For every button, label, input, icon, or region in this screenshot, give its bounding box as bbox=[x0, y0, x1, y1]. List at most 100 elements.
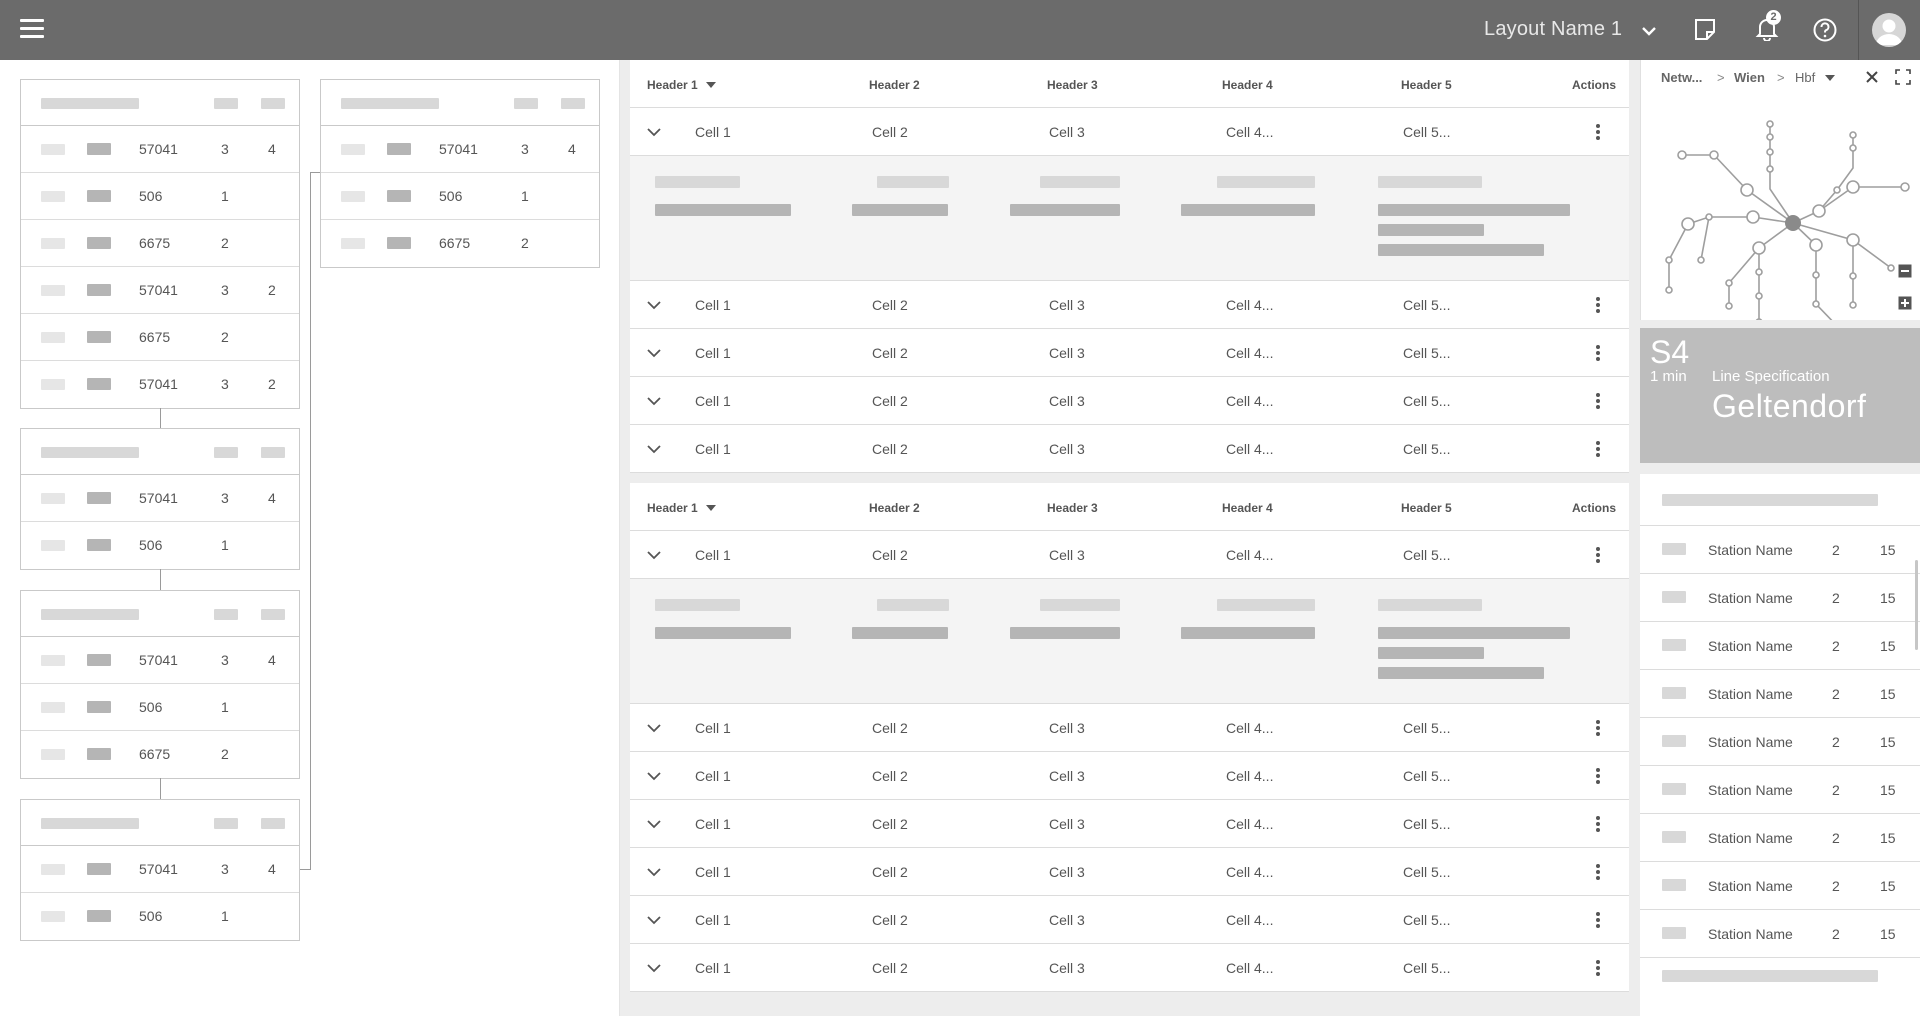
tree-row[interactable]: 506 1 bbox=[321, 173, 599, 220]
chevron-down-icon[interactable] bbox=[646, 441, 662, 457]
table-row[interactable]: Cell 1 Cell 2 Cell 3 Cell 4... Cell 5... bbox=[630, 752, 1629, 800]
line-specification-card[interactable]: S4 1 min Line Specification Geltendorf bbox=[1640, 328, 1920, 463]
station-row[interactable]: Station Name 2 15 bbox=[1640, 766, 1920, 814]
chevron-down-icon[interactable] bbox=[646, 124, 662, 140]
breadcrumb-dropdown-icon[interactable] bbox=[1825, 74, 1835, 82]
station-list-scrollbar[interactable] bbox=[1915, 560, 1918, 650]
table-row[interactable]: Cell 1 Cell 2 Cell 3 Cell 4... Cell 5... bbox=[630, 329, 1629, 377]
header-5[interactable]: Header 5 bbox=[1401, 501, 1452, 515]
breadcrumb-wien[interactable]: Wien bbox=[1734, 70, 1765, 85]
tree-row[interactable]: 57041 3 2 bbox=[21, 267, 299, 314]
layout-name[interactable]: Layout Name 1 bbox=[1484, 18, 1622, 41]
table-row[interactable]: Cell 1 Cell 2 Cell 3 Cell 4... Cell 5... bbox=[630, 848, 1629, 896]
table-row[interactable]: Cell 1 Cell 2 Cell 3 Cell 4... Cell 5... bbox=[630, 896, 1629, 944]
header-3[interactable]: Header 3 bbox=[1047, 78, 1098, 92]
table-row[interactable]: Cell 1 Cell 2 Cell 3 Cell 4... Cell 5... bbox=[630, 425, 1629, 473]
chevron-down-icon[interactable] bbox=[646, 345, 662, 361]
header-1-sortable[interactable]: Header 1 bbox=[647, 78, 716, 92]
tree-row[interactable]: 57041 3 4 bbox=[21, 637, 299, 684]
station-row[interactable]: Station Name 2 15 bbox=[1640, 862, 1920, 910]
tree-row[interactable]: 6675 2 bbox=[21, 731, 299, 778]
header-4[interactable]: Header 4 bbox=[1222, 78, 1273, 92]
table-row[interactable]: Cell 1 Cell 2 Cell 3 Cell 4... Cell 5... bbox=[630, 377, 1629, 425]
avatar[interactable] bbox=[1872, 13, 1906, 47]
more-vertical-icon[interactable] bbox=[1588, 958, 1608, 978]
station-row[interactable]: Station Name 2 15 bbox=[1640, 574, 1920, 622]
tree-row[interactable]: 506 1 bbox=[21, 684, 299, 731]
more-vertical-icon[interactable] bbox=[1588, 862, 1608, 882]
tree-row[interactable]: 57041 3 4 bbox=[321, 126, 599, 173]
chevron-down-icon[interactable] bbox=[646, 960, 662, 976]
tree-group-header[interactable] bbox=[21, 800, 299, 846]
tree-row[interactable]: 57041 3 4 bbox=[21, 126, 299, 173]
station-row[interactable]: Station Name 2 15 bbox=[1640, 670, 1920, 718]
chevron-down-icon[interactable] bbox=[1640, 22, 1658, 40]
tree-row[interactable]: 506 1 bbox=[21, 893, 299, 940]
menu-icon[interactable] bbox=[20, 19, 44, 41]
close-icon[interactable] bbox=[1865, 70, 1879, 84]
more-vertical-icon[interactable] bbox=[1588, 122, 1608, 142]
breadcrumb-hbf[interactable]: Hbf bbox=[1795, 70, 1815, 85]
chevron-down-icon[interactable] bbox=[646, 720, 662, 736]
tree-group-header[interactable] bbox=[21, 591, 299, 637]
station-row[interactable]: Station Name 2 15 bbox=[1640, 526, 1920, 574]
tree-row[interactable]: 6675 2 bbox=[21, 220, 299, 267]
tree-row[interactable]: 6675 2 bbox=[21, 314, 299, 361]
header-2[interactable]: Header 2 bbox=[869, 501, 920, 515]
tree-group-header[interactable] bbox=[21, 80, 299, 126]
tree-row[interactable]: 57041 3 4 bbox=[21, 846, 299, 893]
breadcrumb-separator: > bbox=[1777, 70, 1785, 85]
header-5[interactable]: Header 5 bbox=[1401, 78, 1452, 92]
tree-row[interactable]: 57041 3 4 bbox=[21, 475, 299, 522]
sort-down-icon[interactable] bbox=[705, 82, 716, 88]
fullscreen-icon[interactable] bbox=[1895, 69, 1911, 85]
more-vertical-icon[interactable] bbox=[1588, 814, 1608, 834]
chevron-down-icon[interactable] bbox=[646, 547, 662, 563]
more-vertical-icon[interactable] bbox=[1588, 910, 1608, 930]
breadcrumb-network[interactable]: Netw... bbox=[1661, 70, 1702, 85]
network-tree-panel: 57041 3 4 506 1 6675 2 57041 3 2 6675 2 57041 3 2… bbox=[0, 60, 620, 1016]
station-row[interactable]: Station Name 2 15 bbox=[1640, 622, 1920, 670]
table-row-expanded-header[interactable]: Cell 1 Cell 2 Cell 3 Cell 4... Cell 5... bbox=[630, 531, 1629, 579]
station-row[interactable]: Station Name 2 15 bbox=[1640, 718, 1920, 766]
map-hub-node[interactable] bbox=[1785, 215, 1801, 231]
notes-icon[interactable] bbox=[1692, 17, 1718, 43]
tree-row[interactable]: 506 1 bbox=[21, 522, 299, 569]
more-vertical-icon[interactable] bbox=[1588, 391, 1608, 411]
line-spec-label: Line Specification bbox=[1712, 368, 1830, 385]
data-table-1: Header 1 Header 2 Header 3 Header 4 Head… bbox=[630, 60, 1629, 473]
table-row[interactable]: Cell 1 Cell 2 Cell 3 Cell 4... Cell 5... bbox=[630, 800, 1629, 848]
header-2[interactable]: Header 2 bbox=[869, 78, 920, 92]
more-vertical-icon[interactable] bbox=[1588, 343, 1608, 363]
zoom-out-icon[interactable] bbox=[1898, 264, 1912, 278]
station-row[interactable]: Station Name 2 15 bbox=[1640, 814, 1920, 862]
tree-row[interactable]: 6675 2 bbox=[321, 220, 599, 267]
table-row[interactable]: Cell 1 Cell 2 Cell 3 Cell 4... Cell 5... bbox=[630, 281, 1629, 329]
header-1-sortable[interactable]: Header 1 bbox=[647, 501, 716, 515]
more-vertical-icon[interactable] bbox=[1588, 295, 1608, 315]
header-4[interactable]: Header 4 bbox=[1222, 501, 1273, 515]
tree-group-header[interactable] bbox=[321, 80, 599, 126]
chevron-down-icon[interactable] bbox=[646, 912, 662, 928]
zoom-in-icon[interactable] bbox=[1898, 296, 1912, 310]
header-3[interactable]: Header 3 bbox=[1047, 501, 1098, 515]
help-icon[interactable] bbox=[1812, 17, 1838, 43]
chevron-down-icon[interactable] bbox=[646, 816, 662, 832]
more-vertical-icon[interactable] bbox=[1588, 766, 1608, 786]
sort-down-icon[interactable] bbox=[705, 505, 716, 511]
network-map[interactable] bbox=[1641, 90, 1920, 320]
chevron-down-icon[interactable] bbox=[646, 393, 662, 409]
chevron-down-icon[interactable] bbox=[646, 297, 662, 313]
table-row[interactable]: Cell 1 Cell 2 Cell 3 Cell 4... Cell 5... bbox=[630, 704, 1629, 752]
station-row[interactable]: Station Name 2 15 bbox=[1640, 910, 1920, 958]
table-row-expanded-header[interactable]: Cell 1 Cell 2 Cell 3 Cell 4... Cell 5... bbox=[630, 108, 1629, 156]
more-vertical-icon[interactable] bbox=[1588, 718, 1608, 738]
chevron-down-icon[interactable] bbox=[646, 864, 662, 880]
more-vertical-icon[interactable] bbox=[1588, 545, 1608, 565]
table-row[interactable]: Cell 1 Cell 2 Cell 3 Cell 4... Cell 5... bbox=[630, 944, 1629, 992]
more-vertical-icon[interactable] bbox=[1588, 439, 1608, 459]
chevron-down-icon[interactable] bbox=[646, 768, 662, 784]
tree-group-header[interactable] bbox=[21, 429, 299, 475]
tree-row[interactable]: 57041 3 2 bbox=[21, 361, 299, 408]
tree-row[interactable]: 506 1 bbox=[21, 173, 299, 220]
